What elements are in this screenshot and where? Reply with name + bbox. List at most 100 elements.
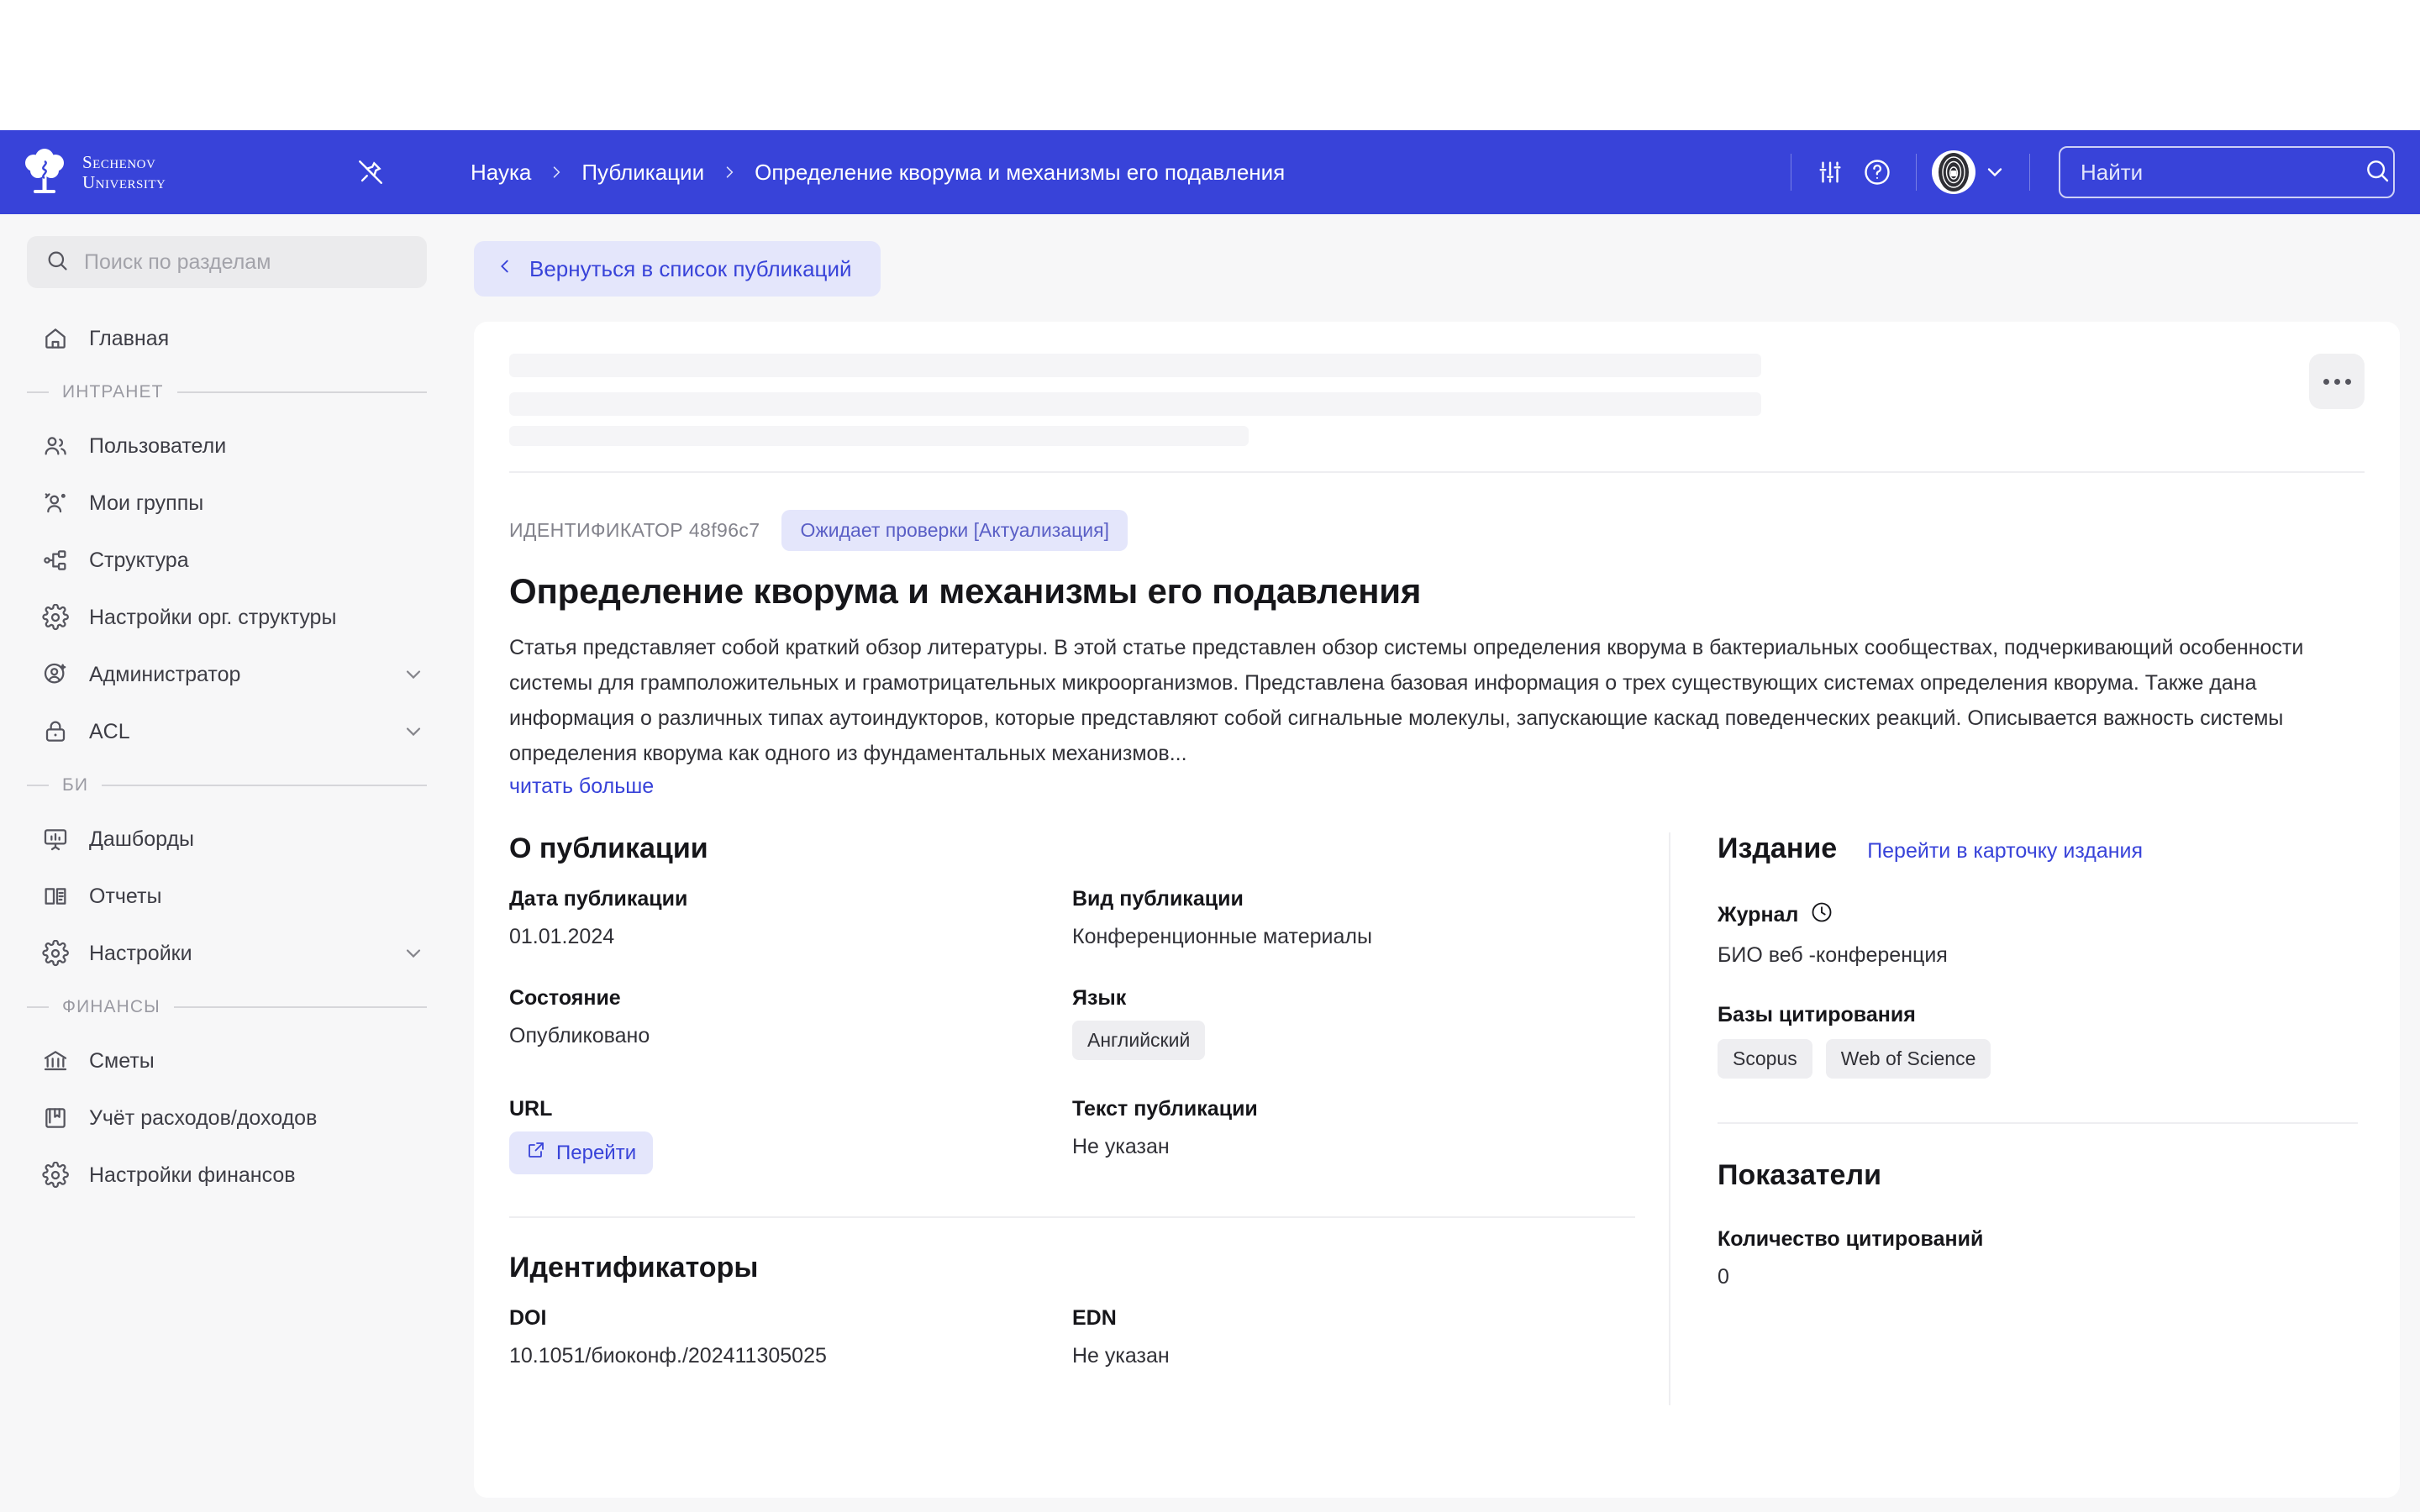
sidebar-item-label: Главная <box>89 326 170 350</box>
sidebar-item-label: Отчеты <box>89 884 162 908</box>
sidebar-item-7[interactable]: ACL <box>0 703 454 760</box>
databases-block: Базы цитирования Scopus Web of Science <box>1718 1003 2358 1079</box>
field-value: Конференционные материалы <box>1072 925 1372 948</box>
chevron-down-icon[interactable] <box>1975 149 2014 196</box>
citations-value: 0 <box>1718 1265 1729 1289</box>
sidebar-item-10[interactable]: Отчеты <box>0 868 454 925</box>
sidebar-item-4[interactable]: Структура <box>0 532 454 589</box>
field-label: Текст публикации <box>1072 1097 1258 1121</box>
field-chip: Английский <box>1072 1021 1206 1060</box>
publication-card: ИДЕНТИФИКАТОР 48f96c7 Ожидает проверки [… <box>474 322 2400 1498</box>
identifiers-section-title: Идентификаторы <box>509 1252 759 1284</box>
gear-icon <box>42 1162 69 1189</box>
main-content: Вернуться в список публикаций ИДЕНТИФИКА… <box>454 214 2420 1512</box>
sidebar-item-5[interactable]: Настройки орг. структуры <box>0 589 454 646</box>
journal-block: Журнал БИО веб -конференция <box>1718 900 2358 968</box>
publication-meta: ИДЕНТИФИКАТОР 48f96c7 Ожидает проверки [… <box>509 473 2365 551</box>
sidebar-search-input[interactable] <box>82 249 408 276</box>
avatar[interactable] <box>1932 150 1975 194</box>
chevron-down-icon[interactable] <box>402 942 425 965</box>
users-icon <box>42 433 69 459</box>
book-icon <box>42 883 69 910</box>
sidebar-item-label: Пользователи <box>89 433 227 458</box>
metrics-title: Показатели <box>1718 1159 1881 1191</box>
go-to-edition-link[interactable]: Перейти в карточку издания <box>1867 839 2143 864</box>
chevron-down-icon[interactable] <box>402 663 425 686</box>
journal-value: БИО веб -конференция <box>1718 943 1948 967</box>
gear-icon <box>42 940 69 967</box>
brand-name: Sechenov University <box>82 152 166 192</box>
field-value: 10.1051/биоконф./202411305025 <box>509 1344 827 1368</box>
metrics-block: Показатели Количество цитирований 0 <box>1718 1159 2358 1289</box>
global-search[interactable] <box>2059 146 2395 198</box>
pin-off-icon[interactable] <box>348 150 393 195</box>
group-dash <box>27 1006 49 1008</box>
sidebar-item-15[interactable]: Настройки финансов <box>0 1147 454 1204</box>
sidebar-item-3[interactable]: Мои группы <box>0 475 454 532</box>
citations-label: Количество цитирований <box>1718 1227 1984 1251</box>
field-value: Не указан <box>1072 1344 1170 1368</box>
sidebar-group-интранет: ИНТРАНЕТ <box>0 367 454 417</box>
breadcrumb-item-current: Определение кворума и механизмы его пода… <box>755 159 1286 185</box>
brand-logo[interactable]: Sechenov University <box>20 148 306 197</box>
hierarchy-icon <box>42 547 69 574</box>
header-divider-3 <box>2029 154 2030 191</box>
header-actions <box>1776 130 2420 214</box>
databases-label: Базы цитирования <box>1718 1003 1916 1026</box>
identifier-fields: DOI 10.1051/биоконф./202411305025 EDN Не ук… <box>509 1306 1635 1405</box>
skeleton-line-3 <box>509 426 1249 446</box>
sidebar-item-6[interactable]: Администратор <box>0 646 454 703</box>
chevron-down-icon[interactable] <box>402 720 425 743</box>
breadcrumb-item-1[interactable]: Публикации <box>581 160 704 186</box>
publication-abstract: Статья представляет собой краткий обзор … <box>509 636 2304 765</box>
field-label: DOI <box>509 1306 547 1330</box>
ledger-icon <box>42 1105 69 1131</box>
sidebar-item-label: Администратор <box>89 662 241 686</box>
about-field-3: Язык Английский <box>1072 986 1635 1060</box>
about-field-4: URL Перейти <box>509 1097 1072 1174</box>
sidebar-item-label: Учёт расходов/доходов <box>89 1105 318 1130</box>
search-input[interactable] <box>2079 158 2364 186</box>
identifier-field-0: DOI 10.1051/биоконф./202411305025 <box>509 1306 1072 1368</box>
page-title: Определение кворума и механизмы его пода… <box>509 571 1422 611</box>
ellipsis-icon[interactable] <box>2309 354 2365 409</box>
read-more-link[interactable]: читать больше <box>509 774 654 799</box>
card-header-placeholder <box>509 322 2365 473</box>
sidebar-item-11[interactable]: Настройки <box>0 925 454 982</box>
search-icon <box>45 249 69 276</box>
external-link-icon <box>526 1140 546 1166</box>
open-url-button[interactable]: Перейти <box>509 1131 654 1174</box>
sidebar-item-2[interactable]: Пользователи <box>0 417 454 475</box>
sidebar-group-label: ИНТРАНЕТ <box>62 382 164 402</box>
section-divider <box>509 1216 1635 1218</box>
back-to-list-button[interactable]: Вернуться в список публикаций <box>474 241 881 297</box>
about-section-title: О публикации <box>509 832 708 864</box>
clock-icon[interactable] <box>1810 900 1833 930</box>
back-to-list-label: Вернуться в список публикаций <box>529 255 852 281</box>
field-label: Язык <box>1072 986 1127 1010</box>
sidebar-item-0[interactable]: Главная <box>0 310 454 367</box>
status-badge: Ожидает проверки [Актуализация] <box>781 510 1128 551</box>
top-header: Sechenov University Наука Публикации Опр… <box>0 130 2420 214</box>
detail-right-column: Издание Перейти в карточку издания Журна… <box>1669 832 2358 1405</box>
sidebar-item-14[interactable]: Учёт расходов/доходов <box>0 1089 454 1147</box>
sidebar-item-13[interactable]: Сметы <box>0 1032 454 1089</box>
help-circle-icon[interactable] <box>1854 149 1901 196</box>
sidebar-search[interactable] <box>27 236 427 288</box>
field-value: Не указан <box>1072 1135 1170 1158</box>
bank-icon <box>42 1047 69 1074</box>
sliders-icon[interactable] <box>1807 149 1854 196</box>
about-fields: Дата публикации 01.01.2024 Вид публикации К… <box>509 887 1635 1211</box>
header-divider-2 <box>1916 154 1917 191</box>
sidebar-item-9[interactable]: Дашборды <box>0 811 454 868</box>
gear-icon <box>42 604 69 631</box>
about-field-2: Состояние Опубликовано <box>509 986 1072 1060</box>
sidebar-nav: Главная ИНТРАНЕТ Пользователи Мои группы С… <box>0 310 454 1204</box>
edition-header: Издание Перейти в карточку издания <box>1718 832 2358 865</box>
sechenov-tree-logo-icon <box>20 148 69 197</box>
citations-block: Количество цитирований 0 <box>1718 1227 2358 1289</box>
breadcrumb-item-0[interactable]: Наука <box>471 160 531 186</box>
group-dash <box>27 391 49 393</box>
search-icon[interactable] <box>2364 157 2391 188</box>
sidebar-item-label: Сметы <box>89 1048 155 1073</box>
